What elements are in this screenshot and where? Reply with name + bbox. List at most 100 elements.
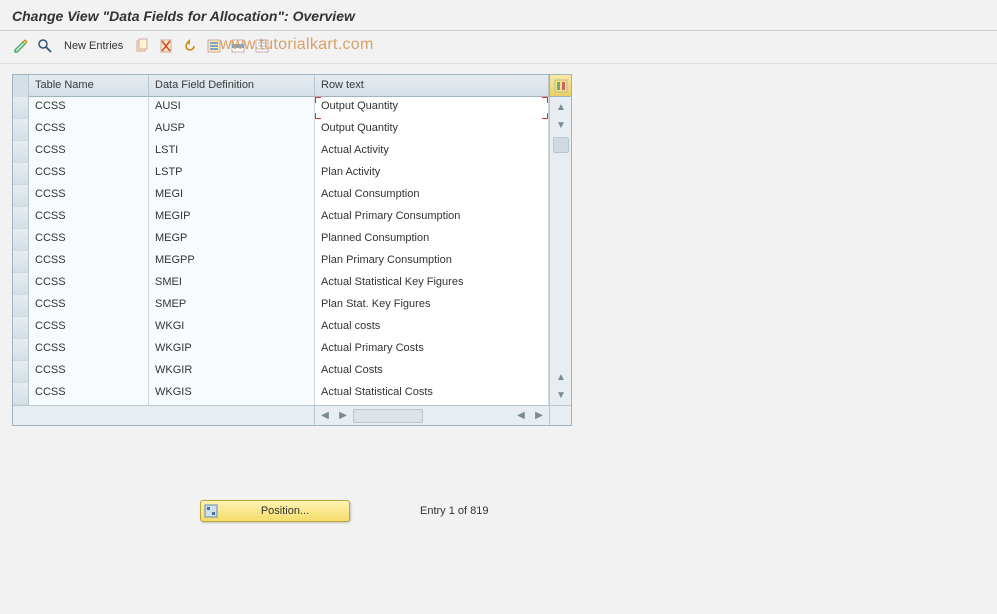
cell-tablename[interactable]: CCSS [29,251,149,273]
hscroll-right-icon[interactable]: ◀ [513,408,529,424]
cell-tablename[interactable]: CCSS [29,97,149,119]
row-select-handle[interactable] [13,119,29,140]
cell-tablename[interactable]: CCSS [29,119,149,141]
position-icon [201,504,221,518]
cell-rowtext[interactable]: Planned Consumption [315,229,549,251]
select-block-icon[interactable] [227,35,249,57]
table-row: CCSSMEGPPlanned Consumption [13,229,549,251]
row-select-handle[interactable] [13,97,29,118]
cell-rowtext[interactable]: Actual Primary Consumption [315,207,549,229]
cell-tablename[interactable]: CCSS [29,273,149,295]
table-row: CCSSAUSIOutput Quantity [13,97,549,119]
cell-tablename[interactable]: CCSS [29,295,149,317]
cell-rowtext[interactable]: Actual Consumption [315,185,549,207]
hscroll-right-end-icon[interactable]: ▶ [531,408,547,424]
cell-datafield[interactable]: AUSI [149,97,315,119]
table-row: CCSSSMEIActual Statistical Key Figures [13,273,549,295]
cell-tablename[interactable]: CCSS [29,163,149,185]
select-all-icon[interactable] [203,35,225,57]
cell-rowtext[interactable]: Actual Activity [315,141,549,163]
row-select-handle[interactable] [13,185,29,206]
row-select-handle[interactable] [13,383,29,404]
page-title: Change View "Data Fields for Allocation"… [0,0,997,31]
cell-rowtext[interactable]: Actual Statistical Key Figures [315,273,549,295]
select-all-rows-header[interactable] [13,75,29,97]
cell-rowtext[interactable]: Actual Statistical Costs [315,383,549,405]
column-header-rowtext[interactable]: Row text [315,75,549,97]
table-row: CCSSWKGIPActual Primary Costs [13,339,549,361]
cell-datafield[interactable]: LSTP [149,163,315,185]
cell-tablename[interactable]: CCSS [29,229,149,251]
row-select-handle[interactable] [13,251,29,272]
row-select-handle[interactable] [13,229,29,250]
cell-rowtext[interactable]: Output Quantity [315,97,549,119]
cell-datafield[interactable]: WKGIR [149,361,315,383]
row-select-handle[interactable] [13,163,29,184]
content-area: Table Name Data Field Definition Row tex… [0,64,997,436]
table-row: CCSSLSTPPlan Activity [13,163,549,185]
cell-rowtext[interactable]: Actual costs [315,317,549,339]
cell-tablename[interactable]: CCSS [29,141,149,163]
hscroll-left-end-icon[interactable]: ◀ [317,408,333,424]
scroll-up-icon[interactable]: ▲ [553,99,569,115]
scroll-down-icon[interactable]: ▼ [553,387,569,403]
row-select-handle[interactable] [13,207,29,228]
position-button-label: Position... [221,505,349,517]
cell-datafield[interactable]: SMEI [149,273,315,295]
cell-rowtext[interactable]: Output Quantity [315,119,549,141]
find-icon[interactable] [34,35,56,57]
cell-rowtext[interactable]: Plan Activity [315,163,549,185]
cell-datafield[interactable]: WKGIS [149,383,315,405]
table-row: CCSSWKGIRActual Costs [13,361,549,383]
scroll-thumb[interactable] [553,137,569,153]
vertical-scrollbar[interactable]: ▲ ▼ ▲ ▼ [549,97,571,405]
data-table: Table Name Data Field Definition Row tex… [12,74,572,426]
hscroll-left-icon[interactable]: ▶ [335,408,351,424]
cell-datafield[interactable]: MEGP [149,229,315,251]
entry-counter-text: Entry 1 of 819 [420,505,489,517]
table-row: CCSSWKGIActual costs [13,317,549,339]
undo-change-icon[interactable] [179,35,201,57]
column-header-tablename[interactable]: Table Name [29,75,149,97]
cell-datafield[interactable]: LSTI [149,141,315,163]
cell-tablename[interactable]: CCSS [29,383,149,405]
table-row: CCSSMEGIPActual Primary Consumption [13,207,549,229]
horizontal-scrollbar[interactable]: ◀ ▶ ◀ ▶ [13,405,571,425]
delete-icon[interactable] [155,35,177,57]
scroll-up-page-icon[interactable]: ▲ [553,369,569,385]
cell-tablename[interactable]: CCSS [29,317,149,339]
row-select-handle[interactable] [13,141,29,162]
cell-datafield[interactable]: AUSP [149,119,315,141]
cell-tablename[interactable]: CCSS [29,207,149,229]
cell-tablename[interactable]: CCSS [29,185,149,207]
scroll-down-step-icon[interactable]: ▼ [553,117,569,133]
cell-datafield[interactable]: MEGI [149,185,315,207]
row-select-handle[interactable] [13,339,29,360]
row-select-handle[interactable] [13,361,29,382]
table-body: CCSSAUSIOutput QuantityCCSSAUSPOutput Qu… [13,97,549,405]
cell-datafield[interactable]: SMEP [149,295,315,317]
cell-rowtext[interactable]: Plan Primary Consumption [315,251,549,273]
cell-datafield[interactable]: WKGI [149,317,315,339]
deselect-all-icon[interactable] [251,35,273,57]
column-header-datafield[interactable]: Data Field Definition [149,75,315,97]
new-entries-button[interactable]: New Entries [58,40,129,52]
cell-datafield[interactable]: MEGPP [149,251,315,273]
cell-rowtext[interactable]: Actual Costs [315,361,549,383]
toggle-display-change-icon[interactable] [10,35,32,57]
cell-datafield[interactable]: MEGIP [149,207,315,229]
cell-datafield[interactable]: WKGIP [149,339,315,361]
position-button[interactable]: Position... [200,500,350,522]
row-select-handle[interactable] [13,295,29,316]
configure-columns-icon[interactable] [549,75,571,96]
hscroll-thumb[interactable] [353,409,423,423]
copy-as-icon[interactable] [131,35,153,57]
table-row: CCSSSMEPPlan Stat. Key Figures [13,295,549,317]
cell-rowtext[interactable]: Plan Stat. Key Figures [315,295,549,317]
cell-tablename[interactable]: CCSS [29,339,149,361]
row-select-handle[interactable] [13,273,29,294]
cell-tablename[interactable]: CCSS [29,361,149,383]
cell-rowtext[interactable]: Actual Primary Costs [315,339,549,361]
row-select-handle[interactable] [13,317,29,338]
table-row: CCSSWKGISActual Statistical Costs [13,383,549,405]
